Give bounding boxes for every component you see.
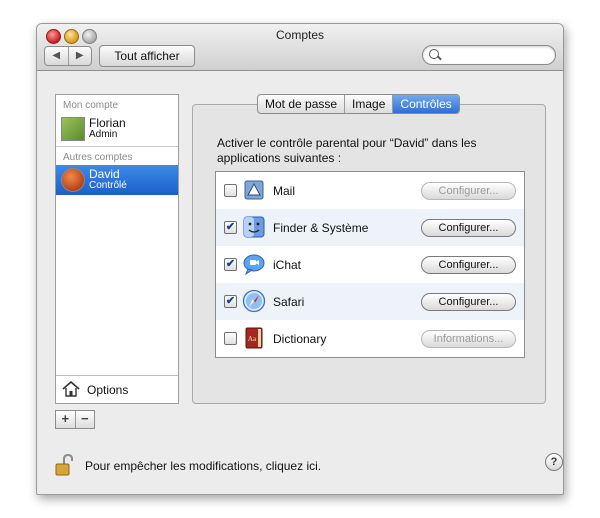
safari-checkbox[interactable]: ✔ <box>224 295 237 308</box>
configure-safari-button[interactable]: Configurer... <box>421 293 516 311</box>
search-field[interactable] <box>422 45 556 65</box>
my-account-header: Mon compte <box>63 100 119 111</box>
dictionary-checkbox[interactable] <box>224 332 237 345</box>
lock-footer: Pour empêcher les modifications, cliquez… <box>55 453 563 476</box>
accounts-list: Mon compte Florian Admin Autres comptes … <box>55 94 179 404</box>
safari-icon <box>242 289 266 313</box>
add-remove-controls: + − <box>55 410 95 429</box>
lock-message[interactable]: Pour empêcher les modifications, cliquez… <box>85 459 321 473</box>
back-button[interactable]: ◀ <box>45 47 69 65</box>
login-options[interactable]: Options <box>56 375 178 404</box>
forward-button[interactable]: ▶ <box>69 47 92 65</box>
remove-account-button[interactable]: − <box>76 411 95 428</box>
tab-image[interactable]: Image <box>345 95 394 113</box>
nav-buttons: ◀ ▶ <box>44 46 92 66</box>
finder-icon <box>243 216 265 238</box>
app-name: iChat <box>273 258 302 272</box>
configure-finder-button[interactable]: Configurer... <box>421 219 516 237</box>
configure-ichat-button[interactable]: Configurer... <box>421 256 516 274</box>
home-icon <box>62 380 80 397</box>
account-role: Contrôlé <box>89 180 127 191</box>
window-title: Comptes <box>275 28 325 42</box>
app-row-mail: Mail Configurer... <box>216 172 524 209</box>
mail-checkbox[interactable] <box>224 184 237 197</box>
help-button[interactable]: ? <box>545 453 563 471</box>
app-name: Finder & Système <box>273 221 369 235</box>
app-name: Safari <box>273 295 305 309</box>
show-all-button[interactable]: Tout afficher <box>99 45 195 67</box>
avatar <box>61 117 85 141</box>
dictionary-icon: Aa <box>245 327 263 349</box>
app-list: Mail Configurer... ✔ Finder & Système Co… <box>215 171 525 358</box>
search-input[interactable] <box>443 47 547 63</box>
search-icon <box>429 49 439 59</box>
avatar <box>61 168 85 192</box>
account-name: Florian <box>89 116 126 130</box>
finder-checkbox[interactable]: ✔ <box>224 221 237 234</box>
account-item-florian[interactable]: Florian Admin <box>56 114 178 144</box>
options-label: Options <box>87 383 129 397</box>
tab-controls[interactable]: Contrôles <box>393 95 459 113</box>
svg-text:Aa: Aa <box>248 335 257 343</box>
controls-description: Activer le contrôle parental pour “David… <box>217 136 477 165</box>
tab-password[interactable]: Mot de passe <box>258 95 346 113</box>
ichat-checkbox[interactable]: ✔ <box>224 258 237 271</box>
mail-icon <box>244 180 264 200</box>
app-row-finder: ✔ Finder & Système Configurer... <box>216 209 524 246</box>
dictionary-info-button: Informations... <box>421 330 516 348</box>
app-row-dictionary: Aa Dictionary Informations... <box>216 320 524 357</box>
lock-open-icon[interactable] <box>55 454 73 476</box>
app-row-safari: ✔ Safari Configurer... <box>216 283 524 320</box>
app-name: Dictionary <box>273 332 327 346</box>
app-row-ichat: ✔ iChat Configurer... <box>216 246 524 283</box>
configure-mail-button: Configurer... <box>421 182 516 200</box>
divider <box>56 146 178 147</box>
tab-bar: Mot de passe Image Contrôles <box>257 94 460 114</box>
account-name: David <box>89 167 120 181</box>
accounts-window: Comptes ◀ ▶ Tout afficher Mon compte Flo… <box>36 23 564 495</box>
other-accounts-header: Autres comptes <box>63 152 133 163</box>
account-item-david[interactable]: David Contrôlé <box>56 165 178 195</box>
add-account-button[interactable]: + <box>56 411 76 428</box>
app-name: Mail <box>273 184 296 198</box>
ichat-icon <box>243 254 265 276</box>
title-bar: Comptes ◀ ▶ Tout afficher <box>37 24 563 71</box>
account-role: Admin <box>89 129 118 140</box>
